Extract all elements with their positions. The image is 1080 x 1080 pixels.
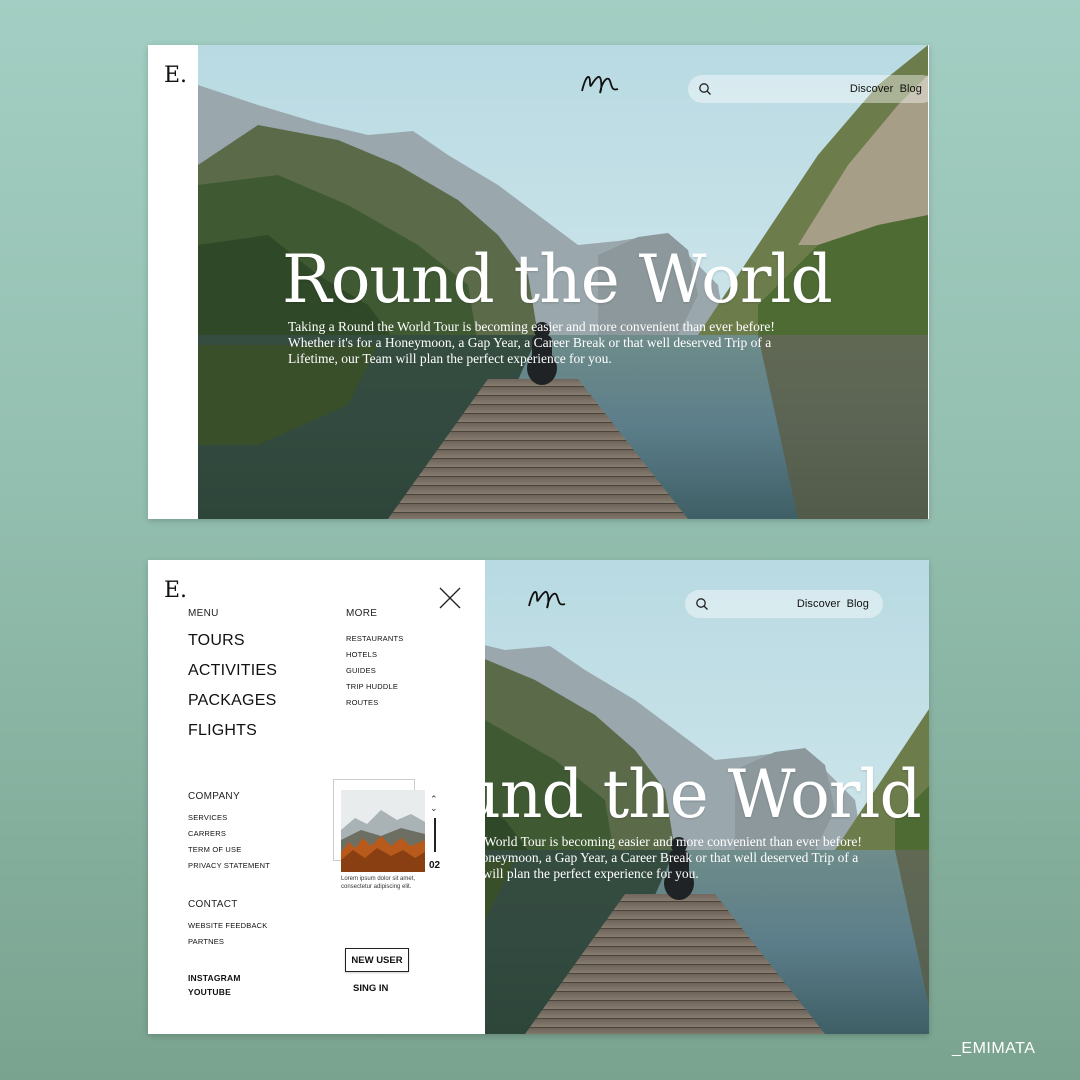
company-item-terms[interactable]: TERM OF USE — [188, 845, 241, 854]
chevron-down-icon[interactable]: ⌄ — [430, 803, 438, 814]
company-item-careers[interactable]: CARRERS — [188, 829, 226, 838]
hero-title: Round the World — [282, 241, 833, 318]
watermark: _EMIMATA — [952, 1040, 1036, 1057]
menu-open-card: Discover Blog Round the World Taking a R… — [148, 560, 929, 1034]
new-user-button[interactable]: NEW USER — [345, 948, 409, 972]
hero-section: Discover Blog Round the World Taking a R… — [485, 560, 929, 1034]
more-item-restaurants[interactable]: RESTAURANTS — [346, 634, 403, 643]
menu-item-activities[interactable]: ACTIVITIES — [188, 662, 277, 680]
more-label: MORE — [346, 608, 378, 619]
hero-title: Round the World — [485, 756, 922, 833]
nav-links: Discover Blog — [847, 83, 922, 95]
hero-section: Discover Blog Round the World Taking a R… — [198, 45, 929, 519]
search-bar[interactable]: Discover Blog — [688, 75, 929, 103]
company-label: COMPANY — [188, 791, 240, 802]
slider-thumbnail[interactable] — [341, 790, 425, 872]
company-item-services[interactable]: SERVICES — [188, 813, 227, 822]
company-item-privacy[interactable]: PRIVACY STATEMENT — [188, 861, 270, 870]
nav-links: Discover Blog — [794, 598, 869, 610]
nav-blog[interactable]: Blog — [847, 598, 869, 610]
search-icon[interactable] — [695, 597, 709, 611]
contact-item-partners[interactable]: PARTNES — [188, 937, 224, 946]
menu-item-flights[interactable]: FLIGHTS — [188, 722, 257, 740]
menu-item-tours[interactable]: TOURS — [188, 632, 245, 650]
slider-progress — [434, 818, 436, 852]
signature-logo[interactable] — [578, 67, 622, 99]
menu-label: MENU — [188, 608, 219, 619]
contact-label: CONTACT — [188, 899, 238, 910]
more-item-hotels[interactable]: HOTELS — [346, 650, 377, 659]
more-item-routes[interactable]: ROUTES — [346, 698, 378, 707]
hero-description: Taking a Round the World Tour is becomin… — [485, 834, 862, 881]
nav-discover[interactable]: Discover — [850, 83, 894, 95]
nav-discover[interactable]: Discover — [797, 598, 841, 610]
menu-panel: E. MENU TOURS ACTIVITIES PACKAGES FLIGHT… — [148, 560, 485, 1034]
sign-in-link[interactable]: SING IN — [353, 983, 388, 994]
menu-item-packages[interactable]: PACKAGES — [188, 692, 276, 710]
search-icon[interactable] — [698, 82, 712, 96]
social-youtube[interactable]: YOUTUBE — [188, 987, 231, 997]
slider-number: 02 — [429, 860, 441, 871]
signature-logo[interactable] — [525, 582, 569, 614]
more-item-guides[interactable]: GUIDES — [346, 666, 376, 675]
brand-logo[interactable]: E. — [164, 63, 187, 88]
close-icon[interactable] — [438, 586, 462, 610]
nav-blog[interactable]: Blog — [900, 83, 922, 95]
hero-card: E. Discover Blog Round the World Taking … — [148, 45, 929, 519]
more-item-trip-huddle[interactable]: TRIP HUDDLE — [346, 682, 398, 691]
hero-description: Taking a Round the World Tour is becomin… — [288, 319, 775, 366]
slider-caption: Lorem ipsum dolor sit amet, consectetur … — [341, 876, 416, 890]
social-instagram[interactable]: INSTAGRAM — [188, 973, 241, 983]
brand-logo[interactable]: E. — [164, 578, 187, 603]
contact-item-feedback[interactable]: WEBSITE FEEDBACK — [188, 921, 267, 930]
search-bar[interactable]: Discover Blog — [685, 590, 883, 618]
